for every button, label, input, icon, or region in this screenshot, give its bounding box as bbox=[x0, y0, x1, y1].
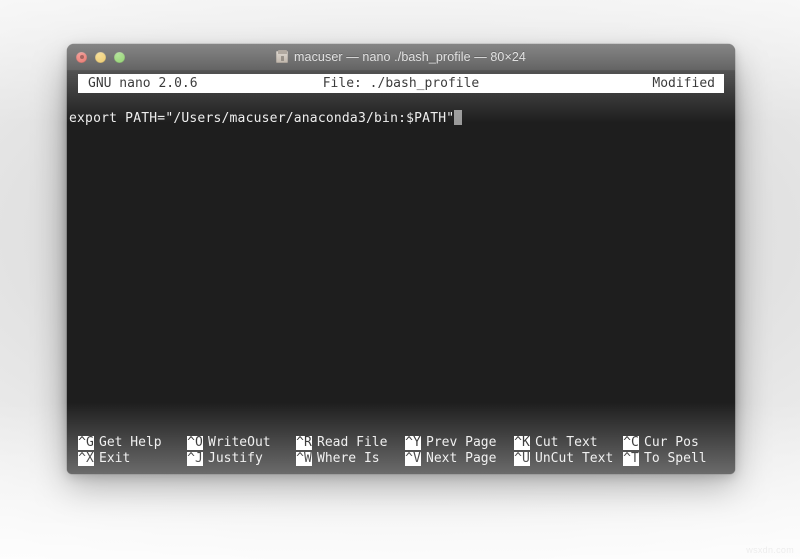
shortcut-label-justify: Justify bbox=[208, 451, 263, 466]
nano-shortcut-bar: ^G Get Help ^O WriteOut ^R Read File ^Y Prev… bbox=[78, 436, 728, 466]
shortcut-row-1: ^G Get Help ^O WriteOut ^R Read File ^Y Prev… bbox=[78, 436, 728, 450]
shortcut-label-uncut-text: UnCut Text bbox=[535, 451, 614, 466]
shortcut-label-next-page: Next Page bbox=[426, 451, 497, 466]
shortcut-key-get-help: ^G bbox=[78, 435, 94, 450]
window-controls bbox=[76, 44, 125, 70]
shortcut-label-cut-text: Cut Text bbox=[535, 435, 598, 450]
editor-line-1[interactable]: export PATH="/Users/macuser/anaconda3/bi… bbox=[69, 110, 463, 127]
terminal-screen[interactable]: GNU nano 2.0.6 File: ./bash_profile Modi… bbox=[67, 71, 735, 474]
window-title-text: macuser — nano ./bash_profile — 80×24 bbox=[294, 50, 526, 64]
shortcut-label-where-is: Where Is bbox=[317, 451, 380, 466]
shortcut-key-read-file: ^R bbox=[296, 435, 312, 450]
shortcut-label-exit: Exit bbox=[99, 451, 131, 466]
shortcut-cur-pos[interactable]: ^C Cur Pos bbox=[623, 436, 732, 450]
window-title: macuser — nano ./bash_profile — 80×24 bbox=[67, 49, 735, 64]
shortcut-key-cur-pos: ^C bbox=[623, 435, 639, 450]
shortcut-key-justify: ^J bbox=[187, 451, 203, 466]
shortcut-prev-page[interactable]: ^Y Prev Page bbox=[405, 436, 514, 450]
shortcut-label-write-out: WriteOut bbox=[208, 435, 271, 450]
watermark: wsxdn.com bbox=[746, 545, 794, 555]
shortcut-key-uncut-text: ^U bbox=[514, 451, 530, 466]
shortcut-label-cur-pos: Cur Pos bbox=[644, 435, 699, 450]
shortcut-write-out[interactable]: ^O WriteOut bbox=[187, 436, 296, 450]
close-button[interactable] bbox=[76, 51, 87, 63]
shortcut-cut-text[interactable]: ^K Cut Text bbox=[514, 436, 623, 450]
shortcut-to-spell[interactable]: ^T To Spell bbox=[623, 452, 732, 466]
shortcut-key-exit: ^X bbox=[78, 451, 94, 466]
nano-editor-area[interactable]: export PATH="/Users/macuser/anaconda3/bi… bbox=[67, 97, 735, 430]
shortcut-exit[interactable]: ^X Exit bbox=[78, 452, 187, 466]
nano-status-bar: GNU nano 2.0.6 File: ./bash_profile Modi… bbox=[78, 74, 724, 93]
shortcut-label-prev-page: Prev Page bbox=[426, 435, 497, 450]
nano-version-label: GNU nano 2.0.6 bbox=[88, 76, 198, 91]
nano-modified-badge: Modified bbox=[652, 76, 715, 91]
minimize-button[interactable] bbox=[95, 51, 106, 63]
terminal-window[interactable]: macuser — nano ./bash_profile — 80×24 GN… bbox=[67, 44, 735, 474]
shortcut-key-write-out: ^O bbox=[187, 435, 203, 450]
shortcut-row-2: ^X Exit ^J Justify ^W Where Is ^V Next Page … bbox=[78, 452, 728, 466]
shortcut-key-where-is: ^W bbox=[296, 451, 312, 466]
shortcut-uncut-text[interactable]: ^U UnCut Text bbox=[514, 452, 623, 466]
editor-line-1-text: export PATH="/Users/macuser/anaconda3/bi… bbox=[69, 111, 455, 126]
shortcut-read-file[interactable]: ^R Read File bbox=[296, 436, 405, 450]
shortcut-next-page[interactable]: ^V Next Page bbox=[405, 452, 514, 466]
shortcut-justify[interactable]: ^J Justify bbox=[187, 452, 296, 466]
shortcut-key-next-page: ^V bbox=[405, 451, 421, 466]
desktop-background: macuser — nano ./bash_profile — 80×24 GN… bbox=[0, 0, 800, 559]
terminal-folder-icon bbox=[276, 49, 289, 63]
shortcut-key-to-spell: ^T bbox=[623, 451, 639, 466]
shortcut-key-cut-text: ^K bbox=[514, 435, 530, 450]
zoom-button[interactable] bbox=[114, 51, 125, 63]
text-cursor bbox=[454, 110, 463, 125]
shortcut-where-is[interactable]: ^W Where Is bbox=[296, 452, 405, 466]
shortcut-get-help[interactable]: ^G Get Help bbox=[78, 436, 187, 450]
window-titlebar[interactable]: macuser — nano ./bash_profile — 80×24 bbox=[67, 44, 735, 71]
shortcut-label-read-file: Read File bbox=[317, 435, 388, 450]
shortcut-label-to-spell: To Spell bbox=[644, 451, 707, 466]
nano-filename-label: File: ./bash_profile bbox=[322, 76, 480, 91]
shortcut-label-get-help: Get Help bbox=[99, 435, 162, 450]
shortcut-key-prev-page: ^Y bbox=[405, 435, 421, 450]
